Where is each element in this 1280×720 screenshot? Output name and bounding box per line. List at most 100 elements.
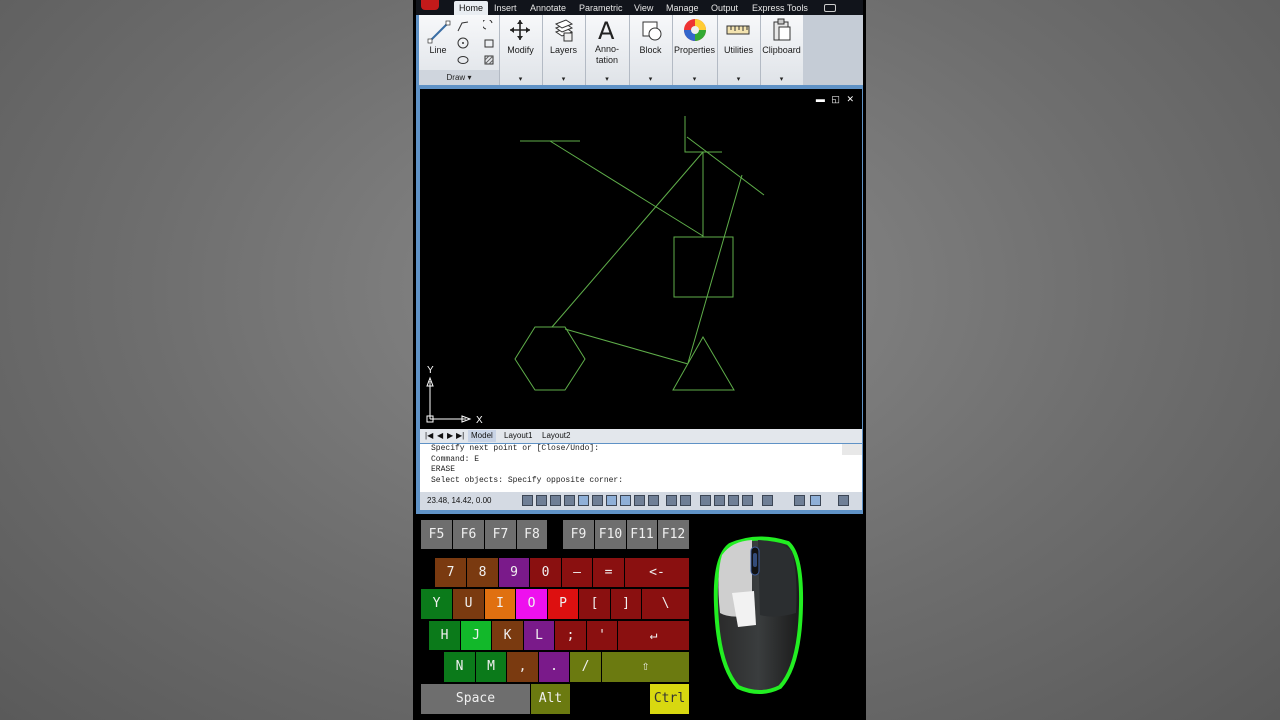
key-k: K [492, 621, 523, 650]
clipboard-panel[interactable]: Clipboard ▾ [760, 15, 803, 85]
workspace-switch-icon[interactable] [794, 495, 805, 506]
command-history-line: ERASE [431, 465, 456, 474]
ucs-y-label: Y [427, 365, 434, 376]
key-comma: , [507, 652, 538, 682]
command-history-line: Specify next point or [Close/Undo]: [431, 444, 600, 453]
drawn-hexagon[interactable] [514, 326, 586, 391]
otrack-toggle-icon[interactable] [592, 495, 603, 506]
draw-panel: Line Draw ▾ [419, 15, 500, 85]
layers-icon [554, 19, 574, 42]
coordinate-readout: 23.48, 14.42, 0.00 [427, 496, 492, 505]
ducs-toggle-icon[interactable] [606, 495, 617, 506]
layers-panel[interactable]: Layers ▾ [542, 15, 586, 85]
clean-screen-icon[interactable] [838, 495, 849, 506]
showmotion-icon[interactable] [742, 495, 753, 506]
key-f7: F7 [485, 520, 516, 549]
modify-dropdown[interactable]: ▾ [499, 75, 542, 83]
drawn-line[interactable] [686, 136, 765, 196]
tab-manage[interactable]: Manage [666, 1, 699, 15]
pan-icon[interactable] [700, 495, 711, 506]
modify-panel[interactable]: Modify ▾ [499, 15, 543, 85]
block-icon [642, 21, 662, 41]
drawn-line[interactable] [564, 328, 689, 365]
clipboard-dropdown[interactable]: ▾ [760, 75, 803, 83]
tab-home[interactable]: Home [454, 1, 489, 15]
tab-layout2[interactable]: Layout2 [539, 430, 573, 442]
ellipse-icon[interactable] [457, 54, 469, 66]
hatch-icon[interactable] [483, 54, 495, 66]
drawn-line[interactable] [687, 174, 743, 364]
rectangle-icon[interactable] [483, 37, 495, 49]
tab-output[interactable]: Output [711, 1, 738, 15]
annotation-panel[interactable]: A Anno- tation ▾ [585, 15, 630, 85]
command-prompt[interactable]: Select objects: Specify opposite corner: [420, 476, 862, 487]
command-line[interactable]: Specify next point or [Close/Undo]: Comm… [420, 444, 862, 492]
block-dropdown[interactable]: ▾ [629, 75, 672, 83]
key-bracket-left: [ [579, 589, 610, 619]
drawn-rectangle[interactable] [673, 236, 734, 298]
tab-express-tools[interactable]: Express Tools [752, 1, 808, 15]
arc-icon[interactable] [483, 20, 495, 32]
quick-properties-icon[interactable] [648, 495, 659, 506]
app-menu-button[interactable] [421, 0, 439, 10]
drawing-viewport[interactable]: ▬ ◱ ✕ Y X [420, 89, 862, 429]
drawn-line[interactable] [549, 140, 704, 237]
line-tool-label[interactable]: Line [419, 45, 457, 55]
color-wheel-icon [684, 19, 706, 41]
model-space-icon[interactable] [666, 495, 677, 506]
ucs-icon [426, 376, 472, 423]
command-scrollbar[interactable] [842, 444, 862, 455]
ribbon-minimize-icon[interactable] [824, 4, 836, 12]
grid-toggle-icon[interactable] [536, 495, 547, 506]
tab-insert[interactable]: Insert [494, 1, 517, 15]
properties-dropdown[interactable]: ▾ [672, 75, 717, 83]
key-7: 7 [435, 558, 466, 587]
utilities-panel[interactable]: Utilities ▾ [717, 15, 761, 85]
annotation-dropdown[interactable]: ▾ [585, 75, 629, 83]
tab-view[interactable]: View [634, 1, 653, 15]
tab-layout1[interactable]: Layout1 [501, 430, 535, 442]
key-m: M [476, 652, 506, 682]
ortho-toggle-icon[interactable] [550, 495, 561, 506]
key-shift: ⇧ [602, 652, 689, 682]
key-alt: Alt [531, 684, 570, 714]
properties-label: Properties [673, 45, 716, 55]
key-minus: – [562, 558, 592, 587]
annotation-scale-icon[interactable] [762, 495, 773, 506]
layout-view-icon[interactable] [680, 495, 691, 506]
draw-panel-title[interactable]: Draw ▾ [419, 70, 499, 85]
annotation-label: Anno- tation [594, 44, 620, 65]
tab-parametric[interactable]: Parametric [579, 1, 623, 15]
key-8: 8 [467, 558, 498, 587]
steering-wheel-icon[interactable] [728, 495, 739, 506]
polar-toggle-icon[interactable] [564, 495, 575, 506]
circle-icon[interactable] [457, 37, 469, 49]
utilities-dropdown[interactable]: ▾ [717, 75, 760, 83]
layout-tab-bar: |◀ ◀ ▶ ▶| Model Layout1 Layout2 [420, 429, 862, 443]
key-y: Y [421, 589, 452, 619]
ribbon-empty-area [803, 15, 863, 85]
osnap-toggle-icon[interactable] [578, 495, 589, 506]
drawn-polyline[interactable] [684, 116, 722, 153]
key-o: O [516, 589, 547, 619]
tab-annotate[interactable]: Annotate [530, 1, 566, 15]
lineweight-toggle-icon[interactable] [634, 495, 645, 506]
modify-label: Modify [507, 45, 534, 55]
dyn-toggle-icon[interactable] [620, 495, 631, 506]
zoom-icon[interactable] [714, 495, 725, 506]
key-slash: / [570, 652, 601, 682]
line-icon[interactable] [427, 19, 451, 45]
polyline-icon[interactable] [457, 20, 469, 32]
lock-ui-icon[interactable] [810, 495, 821, 506]
properties-panel[interactable]: Properties ▾ [672, 15, 718, 85]
tab-model[interactable]: Model [468, 430, 496, 442]
key-f11: F11 [627, 520, 657, 549]
last-layout-button[interactable]: ▶| [453, 430, 467, 442]
drawing-canvas[interactable]: Y X [420, 89, 862, 429]
drawn-line[interactable] [551, 151, 704, 328]
layers-dropdown[interactable]: ▾ [542, 75, 585, 83]
block-panel[interactable]: Block ▾ [629, 15, 673, 85]
snap-toggle-icon[interactable] [522, 495, 533, 506]
block-label: Block [639, 45, 662, 55]
drawn-triangle[interactable] [672, 335, 735, 391]
